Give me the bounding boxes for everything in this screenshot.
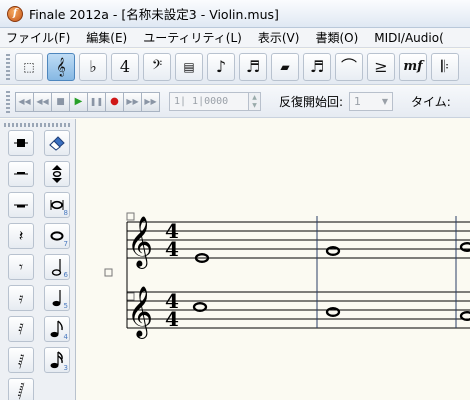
note-bottom-m2[interactable] <box>325 307 341 317</box>
eraser-button[interactable] <box>44 130 70 156</box>
eighth-note-button[interactable]: 4 <box>44 316 70 342</box>
time-signature-tool-button[interactable]: 4 <box>111 52 139 81</box>
sixteenth-rest-button[interactable]: 𝄿 <box>8 285 34 311</box>
thirtysecond-rest-button[interactable]: 𝅀 <box>8 316 34 342</box>
menu-file[interactable]: ファイル(F) <box>0 28 78 48</box>
expression-tool-button[interactable]: mf <box>399 52 427 81</box>
double-whole-note-button[interactable]: 8 <box>44 192 70 218</box>
whole-note-button[interactable]: 7 <box>44 223 70 249</box>
chevron-down-icon: ▼ <box>381 97 389 106</box>
score-document[interactable]: 𝄞 𝄞 4 4 4 4 <box>77 119 470 400</box>
rewind-start-button[interactable]: ◀◀ <box>15 91 34 112</box>
time-sig-top-den[interactable]: 4 <box>165 237 179 261</box>
toolbar-grip[interactable] <box>6 53 10 80</box>
time-sig-bottom-den[interactable]: 4 <box>165 307 179 331</box>
finale-app-icon[interactable]: f <box>7 5 23 22</box>
whole-rest-icon <box>14 139 28 147</box>
pause-button[interactable]: ❚❚ <box>87 91 106 112</box>
half-rest-button[interactable] <box>8 161 34 187</box>
main-tool-palette: ⬚ 𝄞 ♭ 4 𝄢 ▤ ♪ ♬ ▰ ♬ ⌒ ≥ mf 𝄆 <box>0 49 470 85</box>
repeat-tool-button[interactable]: 𝄆 <box>431 52 459 81</box>
bar-rest-icon <box>14 204 28 208</box>
note-bottom-m3[interactable] <box>459 311 470 321</box>
menu-document[interactable]: 書類(O) <box>307 28 366 48</box>
up-down-arrow-icon <box>52 165 62 183</box>
whole-rest-button[interactable] <box>8 130 34 156</box>
record-button[interactable]: ● <box>105 91 124 112</box>
stop-button[interactable]: ■ <box>51 91 70 112</box>
title-bar: f Finale 2012a - [名称未設定3 - Violin.mus] <box>0 0 470 28</box>
menu-utilities[interactable]: ユーティリティ(L) <box>135 28 250 48</box>
staff-tool-button[interactable]: 𝄞 <box>47 52 75 81</box>
measure-spinner[interactable]: ▲ ▼ <box>249 92 261 111</box>
half-note-button[interactable]: 6 <box>44 254 70 280</box>
multi-rest-button[interactable] <box>8 192 34 218</box>
note-top-m2[interactable] <box>325 246 341 256</box>
menu-bar: ファイル(F) 編集(E) ユーティリティ(L) 表示(V) 書類(O) MID… <box>0 28 470 48</box>
note-bottom-m1[interactable] <box>192 302 208 312</box>
sixteenth-note-icon <box>50 351 63 369</box>
quarter-rest-button[interactable]: 𝄽 <box>8 223 34 249</box>
key-signature-tool-button[interactable]: ♭ <box>79 52 107 81</box>
treble-clef-top[interactable]: 𝄞 <box>127 216 153 269</box>
rewind-button[interactable]: ◀◀ <box>33 91 52 112</box>
clef-tool-button[interactable]: 𝄢 <box>143 52 171 81</box>
measure-tool-button[interactable]: ▤ <box>175 52 203 81</box>
repeat-start-label: 反復開始回: <box>279 95 344 109</box>
selection-tool-button[interactable]: ⬚ <box>15 52 43 81</box>
eighth-rest-button[interactable]: 𝄾 <box>8 254 34 280</box>
eighth-note-icon <box>50 320 63 338</box>
quarter-note-icon <box>52 290 61 307</box>
hyper-scribe-tool-button[interactable]: ▰ <box>271 52 299 81</box>
sixtyfourth-rest-button[interactable]: 𝅁 <box>8 347 34 373</box>
sixteenth-note-button[interactable]: 3 <box>44 347 70 373</box>
forward-end-button[interactable]: ▶▶ <box>141 91 160 112</box>
note-column: 8 7 6 5 4 3 <box>44 130 70 378</box>
system-handle[interactable] <box>104 268 113 277</box>
palette-grip[interactable] <box>4 123 72 127</box>
play-button[interactable]: ▶ <box>69 91 88 112</box>
eraser-icon <box>49 136 65 151</box>
half-note-icon <box>51 259 62 276</box>
time-label: タイム: <box>411 95 451 109</box>
speedy-entry-tool-button[interactable]: ♬ <box>239 52 267 81</box>
half-rest-icon <box>14 172 28 175</box>
playback-controls: ◀◀ ◀◀ ■ ▶ ❚❚ ● ▶▶ ▶▶ 1| 1|0000 ▲ ▼ 反復開始回:… <box>0 86 470 118</box>
menu-view[interactable]: 表示(V) <box>250 28 308 48</box>
smart-shape-tool-button[interactable]: ⌒ <box>335 52 363 81</box>
articulation-tool-button[interactable]: ≥ <box>367 52 395 81</box>
pitch-adjust-button[interactable] <box>44 161 70 187</box>
score-canvas: 𝄞 𝄞 4 4 4 4 <box>104 212 470 339</box>
repeat-start-value: 1 <box>354 95 362 108</box>
fast-forward-button[interactable]: ▶▶ <box>123 91 142 112</box>
repeat-start-select[interactable]: 1 ▼ <box>349 92 394 111</box>
note-top-m3[interactable] <box>459 242 470 252</box>
measure-counter-field[interactable]: 1| 1|0000 <box>169 92 249 111</box>
window-title: Finale 2012a - [名称未設定3 - Violin.mus] <box>29 7 279 22</box>
simple-entry-palette: 𝄽 𝄾 𝄿 𝅀 𝅁 𝅂 8 7 6 5 4 3 <box>0 119 76 400</box>
menu-midi-audio[interactable]: MIDI/Audio( <box>366 28 452 48</box>
menu-edit[interactable]: 編集(E) <box>78 28 135 48</box>
128th-rest-button[interactable]: 𝅂 <box>8 378 34 400</box>
note-top-m1[interactable] <box>193 253 211 263</box>
rest-column: 𝄽 𝄾 𝄿 𝅀 𝅁 𝅂 <box>8 130 34 400</box>
quarter-note-button[interactable]: 5 <box>44 285 70 311</box>
tuplet-tool-button[interactable]: ♬ <box>303 52 331 81</box>
treble-clef-bottom[interactable]: 𝄞 <box>127 286 153 339</box>
simple-entry-tool-button[interactable]: ♪ <box>207 52 235 81</box>
playback-grip[interactable] <box>6 90 10 113</box>
